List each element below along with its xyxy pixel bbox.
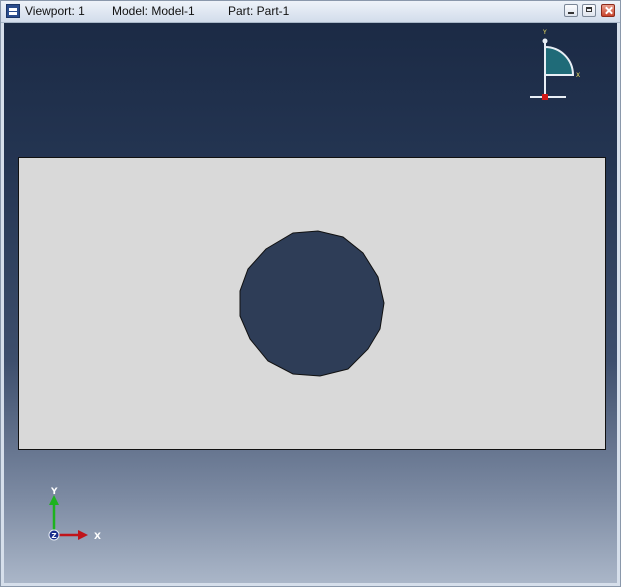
viewcube-quadrant[interactable]	[544, 45, 575, 76]
viewport-window-icon[interactable]	[6, 4, 20, 18]
compass-y-label: Y	[542, 29, 547, 36]
graphics-viewport[interactable]: Y X Y X Z	[4, 23, 617, 583]
hole-face	[239, 230, 385, 377]
triad-x-arrow	[78, 530, 88, 540]
view-compass[interactable]: Y X	[526, 27, 588, 101]
compass-origin-marker	[542, 94, 548, 100]
viewport-label: Viewport: 1	[25, 4, 85, 18]
compass-x-label: X	[576, 72, 580, 79]
coordinate-triad: Y X Z	[48, 487, 101, 542]
compass-top-node	[542, 38, 548, 44]
part-hole[interactable]	[238, 229, 386, 377]
triad-x-label: X	[94, 532, 101, 542]
viewport-window: Viewport: 1 Model: Model-1 Part: Part-1 …	[0, 0, 621, 587]
triad-y-label: Y	[50, 487, 58, 497]
minimize-icon[interactable]	[564, 4, 578, 17]
model-label: Model: Model-1	[112, 4, 195, 18]
title-bar[interactable]: Viewport: 1 Model: Model-1 Part: Part-1	[1, 1, 620, 23]
close-icon[interactable]	[601, 4, 615, 17]
part-label: Part: Part-1	[228, 4, 290, 18]
triad-z-label: Z	[52, 532, 57, 540]
maximize-icon[interactable]	[582, 4, 596, 17]
